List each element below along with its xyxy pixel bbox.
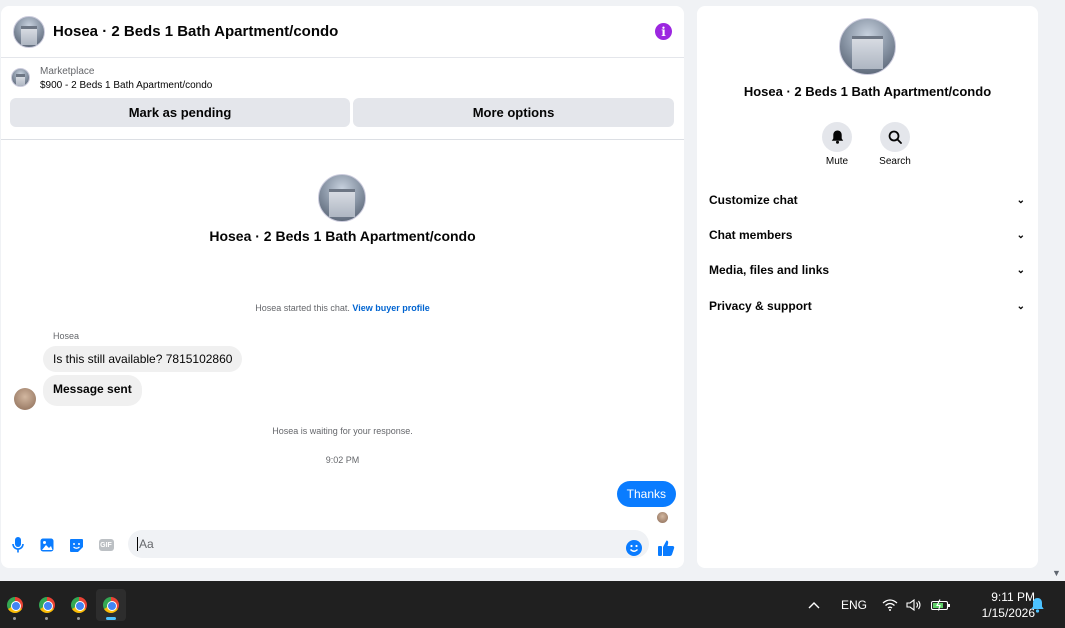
section-label: Customize chat [709,193,798,207]
section-media-files-links[interactable]: Media, files and links ⌄ [709,260,1025,280]
conversation-info-panel: Hosea · 2 Beds 1 Bath Apartment/condo Mu… [697,6,1038,568]
chat-started-text: Hosea started this chat. [255,303,350,313]
message-timestamp: 9:02 PM [325,455,360,465]
incoming-message[interactable]: Is this still available? 7815102860 [43,346,243,372]
chevron-down-icon: ⌄ [1016,194,1025,206]
search-label: Search [879,156,911,167]
section-privacy-support[interactable]: Privacy & support ⌄ [709,296,1025,316]
chrome-icon [7,597,23,613]
mute-action[interactable]: Mute [812,122,862,167]
taskbar-chrome-1[interactable] [0,589,30,621]
speaker-icon[interactable] [906,581,922,628]
microphone-icon[interactable] [9,536,27,554]
outgoing-message[interactable]: Thanks [616,481,676,507]
notification-bell-icon[interactable] [1030,581,1045,628]
language-indicator[interactable]: ENG [841,581,867,628]
sender-avatar[interactable] [14,388,36,410]
section-customize-chat[interactable]: Customize chat ⌄ [709,190,1025,210]
listing-actions: Mark as pending More options [10,98,674,127]
search-action[interactable]: Search [870,122,920,167]
info-icon[interactable]: i [655,23,672,40]
search-icon [888,130,902,144]
wifi-icon[interactable] [882,581,898,628]
text-caret [137,537,138,551]
incoming-message[interactable]: Message sent [43,375,142,406]
info-title: Hosea · 2 Beds 1 Bath Apartment/condo [743,84,992,99]
running-indicator [13,617,16,620]
photo-icon[interactable] [38,536,56,554]
show-hidden-icons-chevron-up-icon[interactable] [808,581,820,628]
taskbar-chrome-3[interactable] [64,589,94,621]
taskbar-chrome-2[interactable] [32,589,62,621]
waiting-notice: Hosea is waiting for your response. [272,426,413,436]
chevron-down-icon: ⌄ [1016,300,1025,312]
taskbar: ENG 9:11 PM 1/15/2026 [0,581,1065,628]
active-indicator [106,617,116,620]
chat-title[interactable]: Hosea · 2 Beds 1 Bath Apartment/condo [53,23,338,40]
listing-source: Marketplace [40,66,95,77]
chat-header: Hosea · 2 Beds 1 Bath Apartment/condo i [1,6,684,58]
composer: GIF Aa [1,526,684,568]
seen-indicator-avatar [657,512,668,523]
section-label: Chat members [709,228,793,242]
view-buyer-profile-link[interactable]: View buyer profile [352,303,429,313]
chat-started-notice: Hosea started this chat. View buyer prof… [1,303,684,313]
listing-description[interactable]: $900 - 2 Beds 1 Bath Apartment/condo [40,80,212,91]
chat-panel: Hosea · 2 Beds 1 Bath Apartment/condo i … [1,6,684,568]
thread-title: Hosea · 2 Beds 1 Bath Apartment/condo [209,228,476,244]
chrome-icon [103,597,119,613]
listing-card: Marketplace $900 - 2 Beds 1 Bath Apartme… [1,58,684,140]
running-indicator [77,617,80,620]
message-input[interactable]: Aa [128,530,649,558]
running-indicator [45,617,48,620]
system-clock[interactable]: 9:11 PM 1/15/2026 [955,589,1035,621]
message-input-placeholder: Aa [139,537,154,551]
chevron-down-icon: ⌄ [1016,264,1025,276]
taskbar-chrome-4[interactable] [96,589,126,621]
more-options-button[interactable]: More options [353,98,674,127]
message-thread: Hosea · 2 Beds 1 Bath Apartment/condo Ho… [1,142,684,526]
mute-button[interactable] [822,122,852,152]
emoji-icon[interactable] [626,540,642,561]
thread-avatar[interactable] [318,174,366,222]
sticker-icon[interactable] [67,536,85,554]
clock-date: 1/15/2026 [981,606,1035,620]
battery-charging-icon[interactable] [931,581,951,628]
chrome-icon [71,597,87,613]
mute-label: Mute [825,156,849,167]
chevron-down-icon: ⌄ [1016,229,1025,241]
scroll-down-arrow-icon[interactable]: ▼ [1052,568,1061,578]
mark-as-pending-button[interactable]: Mark as pending [10,98,350,127]
bell-icon [831,130,843,144]
search-button[interactable] [880,122,910,152]
thumbs-up-icon[interactable] [657,539,675,562]
section-label: Privacy & support [709,299,812,313]
gif-icon[interactable]: GIF [97,536,115,554]
clock-time: 9:11 PM [991,590,1035,604]
section-label: Media, files and links [709,263,830,277]
chrome-icon [39,597,55,613]
listing-thumbnail[interactable] [11,68,30,87]
sender-name: Hosea [53,331,80,341]
chat-avatar[interactable] [13,15,45,48]
info-avatar[interactable] [839,18,896,75]
gif-label: GIF [98,539,114,551]
section-chat-members[interactable]: Chat members ⌄ [709,225,1025,245]
